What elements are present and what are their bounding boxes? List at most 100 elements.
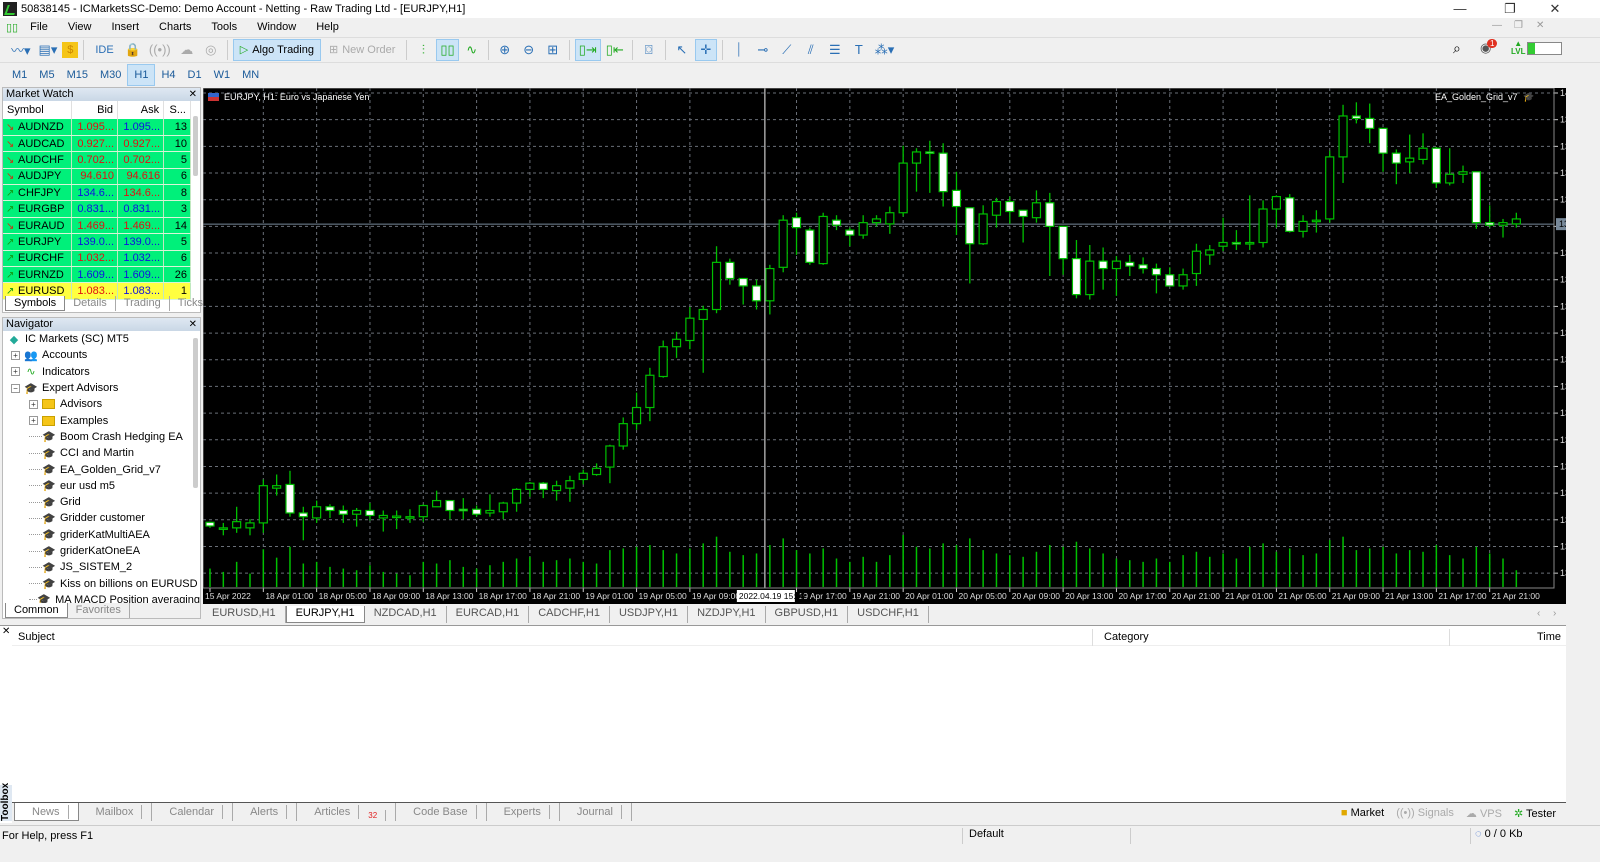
zoom-out-icon[interactable]: ⊖ — [518, 39, 540, 61]
tab-code-base[interactable]: Code Base — [396, 803, 487, 821]
tab-symbols[interactable]: Symbols — [5, 296, 66, 311]
tab-calendar[interactable]: Calendar — [152, 803, 234, 821]
tabs-scroll-right-icon[interactable]: › — [1553, 608, 1556, 619]
market-button[interactable]: ■ Market — [1341, 807, 1384, 820]
tab-common[interactable]: Common — [5, 603, 68, 618]
algo-trading-button[interactable]: ▷ Algo Trading — [232, 38, 321, 61]
auto-scroll-icon[interactable]: ▯⇥ — [574, 38, 601, 61]
tab-journal[interactable]: Journal — [560, 803, 632, 821]
column-subject[interactable]: Subject — [18, 631, 55, 643]
navigator-item[interactable]: + 👥 Accounts — [7, 347, 200, 363]
chart-tab[interactable]: EURUSD,H1 — [203, 606, 286, 623]
menu-insert[interactable]: Insert — [102, 21, 150, 33]
symbol-row[interactable]: ↘ AUDJPY 94.610 94.616 6 — [3, 168, 191, 186]
tab-trading[interactable]: Trading — [116, 296, 170, 311]
symbol-row[interactable]: ↘ AUDCAD 0.927... 0.927... 10 — [3, 135, 191, 153]
close-icon[interactable]: ✕ — [189, 318, 197, 331]
new-order-button[interactable]: ⊞ New Order — [323, 39, 401, 61]
chart-tab[interactable]: USDCHF,H1 — [848, 606, 929, 623]
bar-chart-icon[interactable]: ⫶ — [412, 39, 434, 61]
expand-icon[interactable]: + — [11, 367, 20, 377]
menu-tools[interactable]: Tools — [201, 21, 247, 33]
market-bag-icon[interactable]: 🔒 — [122, 39, 144, 61]
chart-tab[interactable]: GBPUSD,H1 — [766, 606, 849, 623]
navigator-item[interactable]: − 🎓 Expert Advisors — [7, 380, 200, 396]
column-header[interactable]: Ask — [117, 101, 165, 119]
chart-menu-icon[interactable]: ▯▯ — [0, 21, 20, 34]
timeframe-d1[interactable]: D1 — [182, 65, 208, 85]
menu-charts[interactable]: Charts — [149, 21, 201, 33]
shapes-icon[interactable]: ⁂▾ — [872, 39, 898, 61]
menu-file[interactable]: File — [20, 21, 58, 33]
chart-tab[interactable]: NZDCAD,H1 — [365, 606, 447, 623]
symbol-row[interactable]: ↗ EURGBP 0.831... 0.831... 3 — [3, 200, 191, 218]
vps-cloud-icon[interactable]: ☁ — [176, 39, 198, 61]
navigator-item[interactable]: 🎓 griderKatOneEA — [7, 543, 200, 559]
timeframe-m5[interactable]: M5 — [33, 65, 60, 85]
close-button[interactable]: ✕ — [1535, 0, 1575, 18]
navigator-item[interactable]: 🎓 Grid — [7, 494, 200, 510]
mdi-restore-button[interactable]: ❐ — [1514, 20, 1523, 31]
menu-view[interactable]: View — [58, 21, 102, 33]
column-header[interactable]: S... — [163, 101, 191, 119]
price-chart[interactable]: 140.085 139.870 139.655 139.440 139.225 139.0… — [202, 87, 1593, 604]
navigator-item[interactable]: + ∿ Indicators — [7, 364, 200, 380]
chart-tab[interactable]: EURCAD,H1 — [447, 606, 530, 623]
candlestick-chart-icon[interactable]: ▯▯ — [436, 38, 459, 61]
crosshair-icon[interactable]: ✛ — [694, 38, 717, 61]
timeframe-m1[interactable]: M1 — [6, 65, 33, 85]
mdi-minimize-button[interactable]: — — [1492, 20, 1502, 31]
line-chart-icon[interactable]: ∿ — [461, 39, 483, 61]
navigator-item[interactable]: 🎓 Boom Crash Hedging EA — [7, 429, 200, 445]
expand-icon[interactable]: + — [29, 399, 38, 409]
search-icon[interactable]: ⌕ — [1453, 40, 1461, 57]
chart-tab[interactable]: NZDJPY,H1 — [688, 606, 766, 623]
close-icon[interactable]: ✕ — [2, 626, 10, 637]
toolbox-vertical-label[interactable]: Toolbox — [0, 783, 12, 821]
horizontal-line-icon[interactable]: ⊸ — [752, 39, 774, 61]
chart-shift-icon[interactable]: ▯⇤ — [603, 39, 627, 61]
templates-icon[interactable]: ▤▾ — [36, 39, 61, 61]
column-time[interactable]: Time — [1537, 631, 1561, 643]
symbol-row[interactable]: ↘ AUDNZD 1.095... 1.095... 13 — [3, 119, 191, 136]
vertical-line-icon[interactable]: ⏐ — [728, 39, 750, 61]
tab-favorites[interactable]: Favorites — [68, 603, 130, 618]
vps-button[interactable]: ☁ VPS — [1466, 807, 1502, 820]
tab-alerts[interactable]: Alerts — [233, 803, 298, 821]
symbol-row[interactable]: ↘ EURAUD 1.469... 1.469... 14 — [3, 217, 191, 235]
navigator-item[interactable]: 🎓 JS_SISTEM_2 — [7, 559, 200, 575]
minimize-button[interactable]: — — [1440, 0, 1480, 18]
navigator-item[interactable]: + Examples — [7, 412, 200, 428]
navigator-item[interactable]: 🎓 eur usd m5 — [7, 478, 200, 494]
tab-articles[interactable]: Articles 32 — [297, 803, 397, 822]
navigator-item[interactable]: 🎓 CCI and Martin — [7, 445, 200, 461]
text-icon[interactable]: T — [848, 39, 870, 61]
ea-label[interactable]: EA_Golden_Grid_v7 🎓 — [1435, 92, 1534, 103]
signals-button[interactable]: ((•)) Signals — [1396, 807, 1454, 820]
expand-icon[interactable]: + — [11, 350, 20, 360]
chart-tab[interactable]: USDJPY,H1 — [610, 606, 689, 623]
timeframe-h1[interactable]: H1 — [127, 63, 156, 86]
navigator-item[interactable]: 🎓 Gridder customer — [7, 510, 200, 526]
chart-type-icon[interactable]: 〰▾ — [8, 39, 34, 61]
symbol-row[interactable]: ↗ EURJPY 139.0... 139.0... 5 — [3, 233, 191, 251]
timeframe-m15[interactable]: M15 — [61, 65, 94, 85]
deposit-icon[interactable]: $ — [62, 41, 79, 58]
symbol-row[interactable]: ↗ EURCHF 1.032... 1.032... 6 — [3, 250, 191, 268]
symbol-row[interactable]: ↗ CHFJPY 134.6... 134.6... 8 — [3, 184, 191, 202]
webinar-icon[interactable]: ◎ — [200, 39, 222, 61]
chart-window[interactable]: 140.085 139.870 139.655 139.440 139.225 139.0… — [202, 87, 1593, 604]
tab-details[interactable]: Details — [65, 296, 116, 311]
timeframe-h4[interactable]: H4 — [155, 65, 181, 85]
tab-news[interactable]: News — [14, 803, 79, 821]
column-header[interactable]: Symbol — [3, 101, 72, 119]
maximize-button[interactable]: ❐ — [1490, 0, 1530, 18]
timeframe-mn[interactable]: MN — [236, 65, 265, 85]
menu-window[interactable]: Window — [247, 21, 306, 33]
equidistant-channel-icon[interactable]: ⫽ — [800, 39, 822, 61]
navigator-item[interactable]: + Advisors — [7, 396, 200, 412]
navigator-item[interactable]: 🎓 griderKatMultiAEA — [7, 527, 200, 543]
trendline-icon[interactable]: ⟋ — [776, 39, 798, 61]
cursor-icon[interactable]: ↖ — [671, 39, 693, 61]
mdi-close-button[interactable]: ✕ — [1536, 20, 1544, 31]
